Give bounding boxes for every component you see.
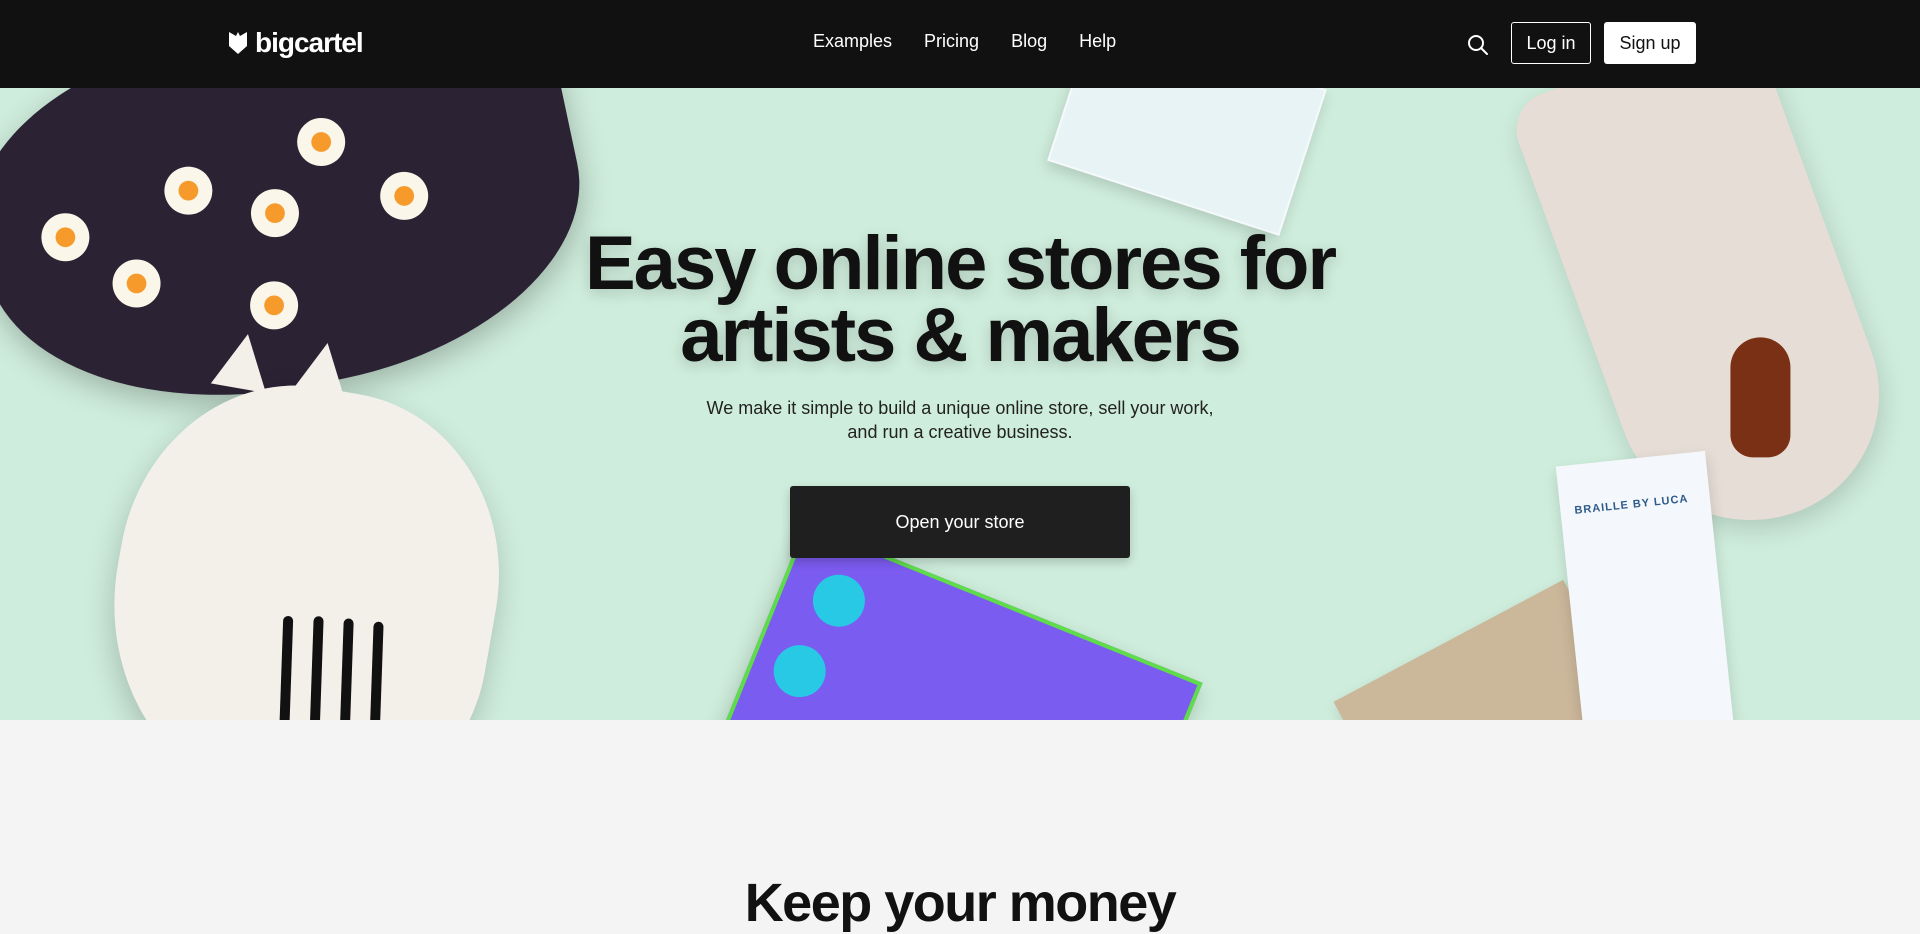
plate-stroke	[279, 615, 294, 720]
search-icon	[1468, 35, 1488, 55]
daisy-icon	[292, 113, 350, 171]
daisy-icon	[375, 167, 433, 225]
open-store-button[interactable]: Open your store	[790, 486, 1130, 558]
login-button[interactable]: Log in	[1511, 22, 1591, 64]
site-header: bigcartel Examples Pricing Blog Help Log…	[0, 0, 1920, 88]
bigcartel-logo[interactable]: bigcartel	[227, 27, 364, 58]
braille-card-title: BRAILLE BY LUCA	[1573, 492, 1689, 517]
hero-subtitle-line2: and run a creative business.	[847, 422, 1073, 442]
hero-subtitle-line1: We make it simple to build a unique onli…	[706, 398, 1214, 418]
plate-stroke	[339, 618, 354, 720]
braille-card-image: BRAILLE BY LUCA	[1555, 450, 1735, 720]
search-button[interactable]	[1466, 33, 1490, 57]
main-nav: Examples Pricing Blog Help	[813, 31, 1116, 52]
nav-pricing[interactable]: Pricing	[924, 31, 979, 52]
hero-subtitle: We make it simple to build a unique onli…	[0, 396, 1920, 444]
hero-section: BRAILLE BY LUCA Easy online stores for a…	[0, 88, 1920, 720]
logo-text: bigcartel	[255, 27, 364, 58]
hero-title: Easy online stores for artists & makers	[0, 226, 1920, 374]
signup-button[interactable]: Sign up	[1604, 22, 1696, 64]
nav-examples[interactable]: Examples	[813, 31, 892, 52]
cyan-dot	[805, 566, 873, 635]
cyan-dot	[765, 637, 834, 705]
section-title: Keep your money	[744, 873, 1177, 933]
envelope-image	[1047, 88, 1327, 236]
bigcartel-mark-icon	[229, 32, 247, 54]
plate-stroke	[309, 616, 324, 720]
daisy-icon	[159, 162, 217, 220]
nav-blog[interactable]: Blog	[1011, 31, 1047, 52]
plate-stroke	[369, 621, 384, 720]
hero-title-line2: artists & makers	[680, 293, 1241, 378]
nav-help[interactable]: Help	[1079, 31, 1116, 52]
